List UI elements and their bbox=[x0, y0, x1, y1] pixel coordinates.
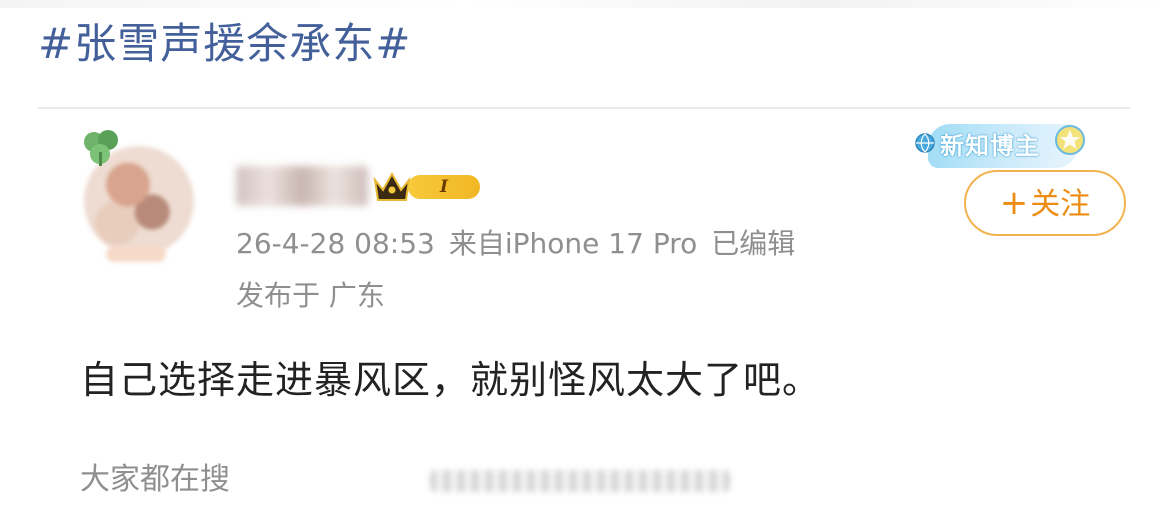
follow-button[interactable]: +关注 bbox=[964, 170, 1126, 236]
crown-icon bbox=[373, 171, 411, 201]
username-blurred[interactable] bbox=[236, 166, 368, 206]
divider bbox=[38, 107, 1130, 109]
new-blogger-label: 新知博主 bbox=[940, 132, 1040, 160]
avatar-frame-tag bbox=[106, 246, 166, 262]
avatar[interactable] bbox=[80, 128, 196, 268]
new-blogger-badge: 新知博主 bbox=[914, 118, 1090, 178]
related-search-label: 大家都在搜 bbox=[80, 462, 230, 497]
post-content: 自己选择走进暴风区，就别怪风太大了吧。 bbox=[80, 358, 822, 402]
post-timestamp: 26-4-28 08:53 bbox=[236, 227, 435, 260]
star-icon bbox=[1055, 125, 1085, 155]
post-source[interactable]: 来自iPhone 17 Pro bbox=[449, 227, 697, 260]
post-meta: 26-4-28 08:53 来自iPhone 17 Pro 已编辑 bbox=[236, 224, 809, 264]
weibo-post-screenshot: #张雪声援余承东# I 新知博主 +关注 26-4-28 08:53 来自iPh… bbox=[0, 0, 1168, 505]
member-level-badge[interactable]: I bbox=[372, 170, 482, 204]
post-location: 发布于 广东 bbox=[236, 279, 385, 312]
follow-label: 关注 bbox=[1030, 187, 1091, 222]
follow-plus-icon: + bbox=[999, 183, 1029, 223]
globe-icon bbox=[915, 133, 935, 153]
level-pill: I bbox=[408, 175, 480, 199]
top-cropped-strip bbox=[0, 0, 1168, 8]
leaf-icon bbox=[84, 130, 118, 166]
related-search-blurred[interactable] bbox=[430, 470, 730, 492]
edited-label[interactable]: 已编辑 bbox=[711, 227, 795, 260]
topic-hashtag[interactable]: #张雪声援余承东# bbox=[38, 18, 411, 70]
